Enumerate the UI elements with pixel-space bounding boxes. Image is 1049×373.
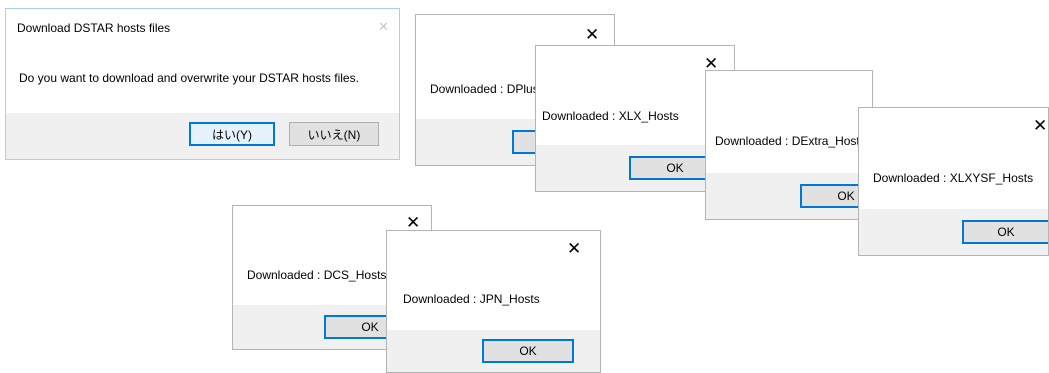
message-text: Downloaded : DExtra_Hosts — [715, 134, 866, 148]
message-footer: OK — [387, 330, 600, 372]
message-box-dextra: ✕ Downloaded : DExtra_Hosts OK — [705, 70, 873, 220]
message-box-jpn: ✕ Downloaded : JPN_Hosts OK — [386, 230, 601, 373]
dialog-footer: はい(Y) いいえ(N) — [6, 113, 399, 159]
close-icon[interactable]: ✕ — [585, 27, 599, 44]
message-footer: OK — [859, 209, 1048, 255]
close-icon[interactable]: ✕ — [567, 241, 581, 258]
message-text: Downloaded : XLX_Hosts — [542, 109, 679, 123]
dialog-message: Do you want to download and overwrite yo… — [19, 71, 359, 85]
close-icon[interactable]: ✕ — [378, 19, 389, 36]
confirm-download-dialog: Download DSTAR hosts files ✕ Do you want… — [5, 8, 400, 160]
message-footer: OK — [706, 173, 872, 219]
message-box-xlxysf: ✕ Downloaded : XLXYSF_Hosts OK — [858, 107, 1049, 256]
message-text: Downloaded : DCS_Hosts — [247, 268, 387, 282]
message-text: Downloaded : JPN_Hosts — [403, 292, 540, 306]
dialog-title: Download DSTAR hosts files — [17, 21, 171, 35]
ok-button[interactable]: OK — [962, 220, 1048, 244]
message-text: Downloaded : XLXYSF_Hosts — [873, 171, 1034, 185]
no-button[interactable]: いいえ(N) — [289, 122, 379, 146]
yes-button[interactable]: はい(Y) — [189, 122, 275, 146]
ok-button[interactable]: OK — [482, 339, 574, 363]
close-icon[interactable]: ✕ — [1033, 118, 1047, 135]
